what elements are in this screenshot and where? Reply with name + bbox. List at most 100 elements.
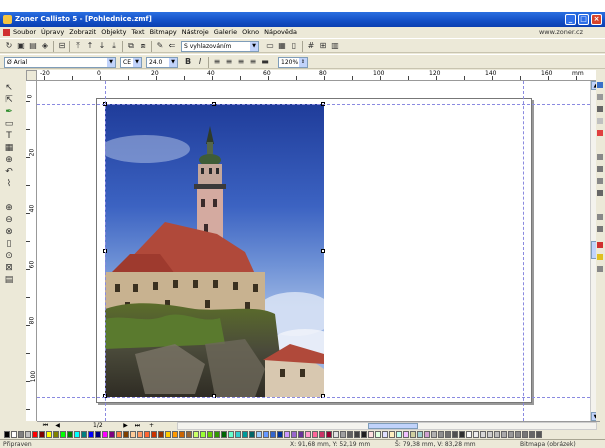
color-swatch[interactable] <box>375 431 381 438</box>
color-swatch[interactable] <box>277 431 283 438</box>
panel-item[interactable] <box>597 266 603 272</box>
color-swatch[interactable] <box>263 431 269 438</box>
color-swatch[interactable] <box>410 431 416 438</box>
color-swatch[interactable] <box>11 431 17 438</box>
group-icon[interactable]: ▣ <box>16 41 26 51</box>
panel-item[interactable] <box>597 154 603 160</box>
forward-icon[interactable]: ↑ <box>85 41 95 51</box>
color-swatch[interactable] <box>137 431 143 438</box>
color-swatch[interactable] <box>305 431 311 438</box>
charset-select[interactable]: CE ▼ <box>120 57 142 68</box>
color-swatch[interactable] <box>445 431 451 438</box>
color-swatch[interactable] <box>494 431 500 438</box>
color-swatch[interactable] <box>529 431 535 438</box>
menu-galerie[interactable]: Galerie <box>214 27 237 38</box>
color-swatch[interactable] <box>242 431 248 438</box>
color-swatch[interactable] <box>151 431 157 438</box>
bold-button[interactable]: B <box>183 57 193 67</box>
send-back-icon[interactable]: ⤓ <box>109 41 119 51</box>
prev-page-icon[interactable]: ◀ <box>53 422 62 430</box>
color-swatch[interactable] <box>431 431 437 438</box>
color-swatch[interactable] <box>361 431 367 438</box>
bitmap-tool-icon[interactable]: ⊕ <box>2 154 16 166</box>
text-frame-icon[interactable]: ▬ <box>260 57 270 67</box>
shape-tool-icon[interactable]: ▭ <box>2 118 16 130</box>
color-swatch[interactable] <box>501 431 507 438</box>
color-swatch[interactable] <box>291 431 297 438</box>
color-swatch[interactable] <box>452 431 458 438</box>
first-page-icon[interactable]: ⏮ <box>41 422 50 430</box>
color-swatch[interactable] <box>480 431 486 438</box>
color-swatch[interactable] <box>284 431 290 438</box>
menu-napoveda[interactable]: Nápověda <box>264 27 297 38</box>
backward-icon[interactable]: ↓ <box>97 41 107 51</box>
color-swatch[interactable] <box>438 431 444 438</box>
color-swatch[interactable] <box>67 431 73 438</box>
color-swatch[interactable] <box>81 431 87 438</box>
color-swatch[interactable] <box>312 431 318 438</box>
next-page-icon[interactable]: ▶ <box>121 422 130 430</box>
color-swatch[interactable] <box>396 431 402 438</box>
color-swatch[interactable] <box>382 431 388 438</box>
pen-tool-icon[interactable]: ✒ <box>2 106 16 118</box>
scroll-thumb[interactable] <box>368 423 418 429</box>
color-swatch[interactable] <box>487 431 493 438</box>
zoom-spinner[interactable]: 120% ⇕ <box>278 57 308 68</box>
color-swatch[interactable] <box>466 431 472 438</box>
color-swatch[interactable] <box>165 431 171 438</box>
layers-icon[interactable]: ▤ <box>2 274 16 286</box>
panel-item[interactable] <box>597 130 603 136</box>
guide-line[interactable] <box>523 81 524 421</box>
color-swatch[interactable] <box>32 431 38 438</box>
color-picker-icon[interactable]: ✎ <box>155 41 165 51</box>
table-tool-icon[interactable]: ▦ <box>2 142 16 154</box>
add-page-icon[interactable]: + <box>147 422 156 430</box>
color-swatch[interactable] <box>88 431 94 438</box>
guide-line[interactable] <box>37 104 590 105</box>
color-swatch[interactable] <box>158 431 164 438</box>
color-swatch[interactable] <box>319 431 325 438</box>
color-swatch[interactable] <box>256 431 262 438</box>
color-swatch[interactable] <box>459 431 465 438</box>
color-swatch[interactable] <box>235 431 241 438</box>
color-swatch[interactable] <box>214 431 220 438</box>
chevron-down-icon[interactable]: ▼ <box>250 42 258 51</box>
panel-item[interactable] <box>597 166 603 172</box>
menu-bitmapy[interactable]: Bitmapy <box>150 27 177 38</box>
color-swatch[interactable] <box>179 431 185 438</box>
color-swatch[interactable] <box>95 431 101 438</box>
font-size-select[interactable]: 24.0 ▼ <box>146 57 178 68</box>
spinner-icon[interactable]: ⇕ <box>299 58 307 67</box>
guide-line[interactable] <box>105 81 106 421</box>
menu-objekty[interactable]: Objekty <box>101 27 126 38</box>
color-swatch[interactable] <box>172 431 178 438</box>
menu-text[interactable]: Text <box>131 27 144 38</box>
color-swatch[interactable] <box>228 431 234 438</box>
combine-icon[interactable]: ⧉ <box>126 41 136 51</box>
color-swatch[interactable] <box>417 431 423 438</box>
menu-nastroje[interactable]: Nástroje <box>182 27 209 38</box>
text-tool-icon[interactable]: T <box>2 130 16 142</box>
color-swatch[interactable] <box>102 431 108 438</box>
menu-okno[interactable]: Okno <box>242 27 259 38</box>
italic-button[interactable]: I <box>195 57 205 67</box>
color-swatch[interactable] <box>116 431 122 438</box>
color-swatch[interactable] <box>60 431 66 438</box>
horizontal-scrollbar[interactable] <box>177 422 597 430</box>
chevron-down-icon[interactable]: ▼ <box>133 58 141 67</box>
align-right-icon[interactable]: ≡ <box>236 57 246 67</box>
color-swatch[interactable] <box>53 431 59 438</box>
color-swatch[interactable] <box>207 431 213 438</box>
maximize-button[interactable]: □ <box>578 14 589 25</box>
menu-upravy[interactable]: Úpravy <box>41 27 64 38</box>
align-left-icon[interactable]: ≡ <box>212 57 222 67</box>
color-swatch[interactable] <box>39 431 45 438</box>
color-swatch[interactable] <box>515 431 521 438</box>
align-icon[interactable]: ⊟ <box>57 41 67 51</box>
font-select[interactable]: Ø Arial ▼ <box>4 57 116 68</box>
color-swatch[interactable] <box>354 431 360 438</box>
guides-icon[interactable]: # <box>306 41 316 51</box>
smoothing-select[interactable]: S vyhlazováním ▼ <box>181 41 259 52</box>
color-swatch[interactable] <box>193 431 199 438</box>
color-swatch[interactable] <box>25 431 31 438</box>
